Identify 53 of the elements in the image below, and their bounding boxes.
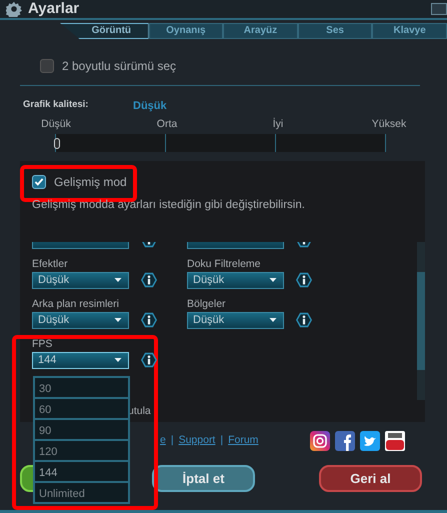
- link-separator: |: [170, 433, 174, 448]
- dropdown-option[interactable]: Unlimited: [34, 482, 129, 503]
- dropdown-option[interactable]: 90: [34, 419, 129, 440]
- slider-tick-label: Orta: [156, 116, 178, 132]
- setting-label: Grafik kalitesi:: [23, 98, 90, 112]
- setting-label: Bölgeler: [187, 298, 227, 310]
- minimize-button[interactable]: [431, 3, 447, 15]
- tab[interactable]: Arayüz: [223, 23, 298, 39]
- checkbox[interactable]: [40, 59, 54, 73]
- instagram-icon[interactable]: [310, 431, 330, 452]
- info-icon[interactable]: [296, 312, 312, 328]
- info-icon[interactable]: [296, 272, 312, 288]
- info-icon[interactable]: [141, 352, 157, 368]
- window-title: Ayarlar: [28, 0, 80, 19]
- dropdown-option[interactable]: 60: [34, 398, 129, 419]
- slider-thumb[interactable]: [54, 138, 60, 150]
- dropdown-option[interactable]: 120: [34, 440, 129, 461]
- check-icon: [33, 176, 45, 188]
- info-icon[interactable]: [141, 312, 157, 328]
- footer-link[interactable]: e: [160, 433, 166, 450]
- tab[interactable]: Klavye: [372, 23, 447, 39]
- checkbox[interactable]: [32, 175, 46, 190]
- footer-link[interactable]: Support: [178, 433, 216, 450]
- setting-label: FPS: [32, 338, 54, 350]
- checkbox-label: Gelişmiş mod: [54, 174, 127, 192]
- dropdown[interactable]: Düşük: [187, 312, 284, 328]
- dropdown[interactable]: 144: [32, 352, 129, 368]
- tab[interactable]: Görüntü: [60, 23, 149, 39]
- scrollbar-thumb[interactable]: [417, 272, 425, 370]
- footer-link[interactable]: Forum: [228, 433, 258, 450]
- tab[interactable]: Oynanış: [148, 23, 224, 39]
- slider-tick-label: Düşük: [40, 116, 72, 132]
- checkbox-label: 2 boyutlu sürümü seç: [62, 58, 176, 75]
- cancel-button[interactable]: İptal et: [152, 465, 255, 492]
- bird-icon[interactable]: [360, 431, 380, 452]
- setting-label: Arka plan resimleri: [32, 298, 120, 310]
- dropdown-option[interactable]: 144: [34, 461, 129, 482]
- tab[interactable]: Ses: [298, 23, 372, 39]
- slider-tick-label: İyi: [272, 116, 284, 132]
- slider-track[interactable]: [55, 134, 385, 152]
- facebook-icon[interactable]: [335, 431, 356, 452]
- quality-value: Düşük: [133, 99, 167, 114]
- dropdown[interactable]: Düşük: [32, 272, 129, 288]
- dropdown[interactable]: Düşük: [32, 312, 129, 328]
- reset-button[interactable]: Geri al: [319, 465, 422, 492]
- dropdown[interactable]: Düşük: [187, 272, 284, 288]
- description-text: Gelişmiş modda ayarları istediğin gibi değiştirebilirsin.: [32, 198, 306, 214]
- setting-label: Doku Filtreleme: [187, 258, 262, 270]
- link-separator: |: [220, 433, 224, 448]
- setting-label: Efektler: [32, 258, 69, 270]
- slider-tick-label: Yüksek: [370, 116, 408, 132]
- info-icon[interactable]: [141, 272, 157, 288]
- dropdown-option[interactable]: 30: [34, 377, 129, 398]
